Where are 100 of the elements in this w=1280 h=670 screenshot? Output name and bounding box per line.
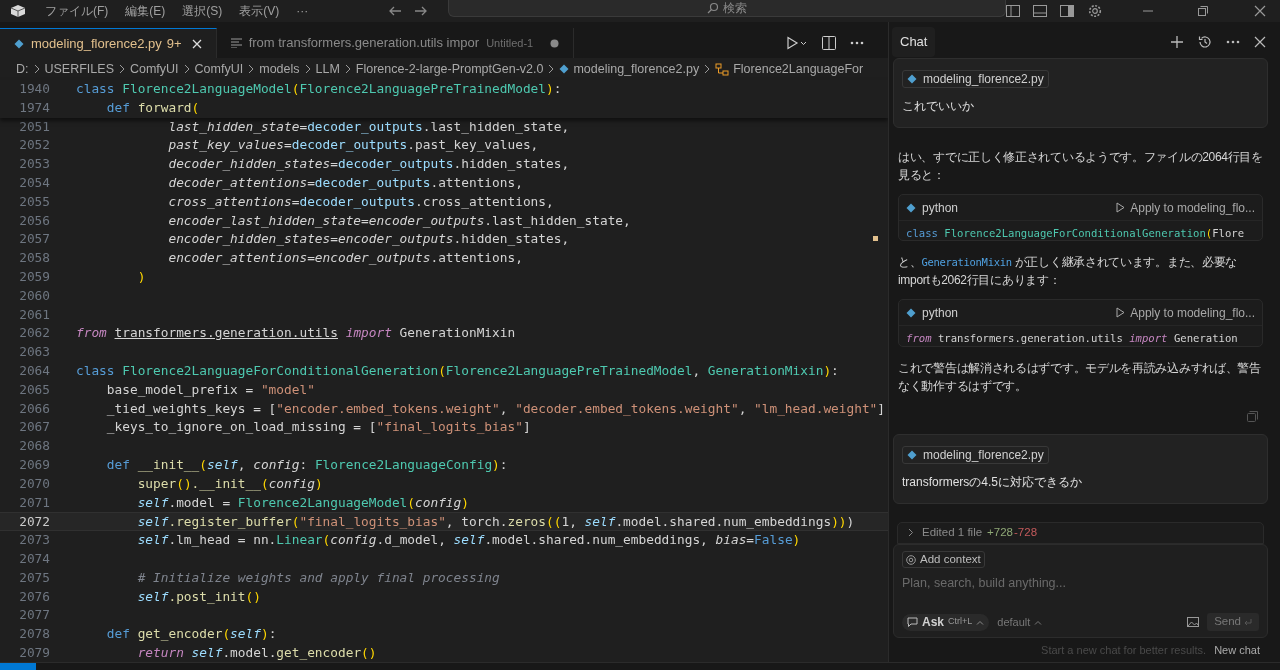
menu-item[interactable]: 選択(S): [182, 4, 223, 18]
code-line: def get_encoder(self):: [105, 625, 277, 644]
app-logo-icon: [11, 5, 25, 17]
menu-item[interactable]: 表示(V): [239, 4, 280, 18]
text-file-icon: [230, 38, 242, 48]
run-icon[interactable]: [786, 36, 808, 50]
line-number: 1940: [18, 80, 50, 98]
model-selector[interactable]: default: [997, 613, 1043, 631]
breadcrumb-item[interactable]: LLM: [315, 59, 340, 79]
image-icon[interactable]: [1187, 617, 1200, 627]
split-editor-icon[interactable]: [822, 36, 836, 50]
python-file-icon: [907, 449, 917, 460]
line-number: 1974: [18, 98, 50, 117]
mode-selector[interactable]: Ask Ctrl+L: [902, 613, 990, 631]
code-line: def __init__(self, config: Florence2LanguageConfig):: [105, 455, 508, 474]
code-line: # Initialize weights and apply final processing: [136, 568, 500, 587]
breadcrumb-item[interactable]: models: [259, 59, 300, 79]
caret-up-icon: [1034, 619, 1043, 625]
new-chat-icon[interactable]: [1170, 35, 1184, 49]
close-icon[interactable]: [1254, 5, 1266, 17]
line-number: 2060: [18, 286, 50, 305]
apply-button[interactable]: Apply to modeling_flo...: [1116, 198, 1255, 217]
back-arrow-icon[interactable]: [388, 5, 403, 17]
restore-icon[interactable]: [1197, 5, 1209, 17]
code-line: base_model_prefix = "model": [105, 380, 315, 399]
reply-text: と、GenerationMixin が正しく継承されています。また、必要なimportも2062行目にあります：: [897, 254, 1239, 290]
play-icon: [1116, 307, 1126, 319]
chevron-right-icon: [908, 528, 914, 538]
editor-tab[interactable]: modeling_florence2.py 9+: [0, 28, 217, 58]
caret-up-icon: [976, 619, 985, 625]
forward-arrow-icon[interactable]: [414, 5, 429, 17]
change-marker: [873, 236, 878, 241]
python-file-icon: [906, 202, 916, 213]
code-line: decoder_attentions=decoder_outputs.attentions,: [167, 174, 523, 192]
breadcrumb-item[interactable]: ComfyUI: [129, 59, 179, 79]
panel-icon[interactable]: [1033, 5, 1047, 17]
more-icon[interactable]: [1226, 40, 1240, 44]
code-line: decoder_hidden_states=decoder_outputs.hidden_states,: [167, 155, 570, 174]
python-file-icon: [14, 38, 24, 49]
line-number: 2075: [18, 568, 50, 587]
line-number: 2077: [18, 606, 50, 625]
line-number: 2072: [18, 513, 50, 531]
panel-tab[interactable]: Chat: [892, 27, 936, 57]
line-number: 2052: [18, 136, 50, 155]
new-chat-link[interactable]: New chat: [1214, 641, 1260, 659]
reply-text: これで警告は解消されるはずです。モデルを再読み込みすれば、警告なく動作するはずです。: [897, 359, 1262, 395]
file-chip[interactable]: modeling_florence2.py: [902, 70, 1049, 88]
file-chip[interactable]: modeling_florence2.py: [902, 445, 1049, 464]
line-number: 2057: [18, 230, 50, 249]
edited-files-summary[interactable]: Edited 1 file +728-728: [897, 521, 1264, 544]
breadcrumb-item[interactable]: USERFILES: [44, 59, 114, 79]
breadcrumb-item[interactable]: Florence-2-large-PromptGen-v2.0: [355, 59, 544, 79]
secondary-sidebar-icon[interactable]: [1060, 5, 1074, 17]
python-file-icon: [906, 307, 916, 318]
line-number: 2058: [18, 249, 50, 268]
code-line: self.lm_head = nn.Linear(config.d_model, self.model.shared.num_embeddings, bias=False): [136, 531, 801, 550]
code-line: def forward(: [105, 98, 200, 117]
close-icon[interactable]: [1254, 36, 1266, 48]
line-number: 2070: [18, 474, 50, 493]
menu-item[interactable]: ···: [296, 4, 309, 18]
menu-item[interactable]: ファイル(F): [45, 4, 109, 18]
unsaved-dot-icon: [550, 38, 560, 48]
code-line: class Florence2LanguageModel(Florence2LanguagePreTrainedModel):: [76, 80, 562, 98]
line-number: 2076: [18, 587, 50, 606]
line-number: 2055: [18, 192, 50, 211]
line-number: 2062: [18, 324, 50, 343]
breadcrumb-item[interactable]: Florence2LanguageFor: [733, 59, 864, 79]
line-number: 2079: [18, 643, 50, 662]
line-number: 2067: [18, 418, 50, 437]
language-label: python: [922, 304, 959, 322]
class-symbol-icon: [715, 62, 730, 76]
line-number: 2073: [18, 531, 50, 550]
line-number: 2053: [18, 155, 50, 174]
code-line: class Florence2LanguageForConditionalGeneration(Florence2LanguagePreTrainedModel, GenerationMixin):: [76, 361, 839, 380]
primary-sidebar-icon[interactable]: [1006, 5, 1020, 17]
message-text: これでいいか: [902, 98, 975, 115]
code-line: ): [136, 267, 146, 286]
breadcrumb-item[interactable]: ComfyUI: [194, 59, 244, 79]
line-number: 2054: [18, 174, 50, 192]
menu-item[interactable]: 編集(E): [125, 4, 166, 18]
copy-icon[interactable]: [1247, 410, 1258, 422]
more-icon[interactable]: [850, 41, 864, 45]
search-field[interactable]: 検索: [448, 0, 1006, 17]
chat-input-field[interactable]: Plan, search, build anything...: [902, 574, 1259, 593]
enter-icon: [1244, 618, 1252, 626]
message-text: transformersの4.5に対応できるか: [902, 473, 1084, 491]
chat-input-box[interactable]: Add context Plan, search, build anything... Ask Ctrl+L default Send: [893, 544, 1268, 638]
settings-icon[interactable]: [1087, 4, 1103, 18]
apply-button[interactable]: Apply to modeling_flo...: [1116, 303, 1255, 322]
code-line: _keys_to_ignore_on_load_missing = ["final_logits_bias"]: [105, 418, 531, 437]
code-line: self.post_init(): [136, 587, 261, 606]
code-line: _tied_weights_keys = ["encoder.embed_tokens.weight", "decoder.embed_tokens.weight", "lm_head.weight"]: [105, 399, 886, 418]
add-context-button[interactable]: Add context: [902, 551, 985, 568]
breadcrumb-item[interactable]: modeling_florence2.py: [573, 59, 700, 79]
breadcrumb-item[interactable]: D:: [16, 59, 29, 79]
line-number: 2065: [18, 380, 50, 399]
code-line: encoder_last_hidden_state=encoder_outputs.last_hidden_state,: [167, 211, 631, 230]
history-icon[interactable]: [1198, 35, 1212, 49]
code-line: self.model = Florence2LanguageModel(config): [136, 493, 469, 512]
language-label: python: [922, 199, 959, 217]
